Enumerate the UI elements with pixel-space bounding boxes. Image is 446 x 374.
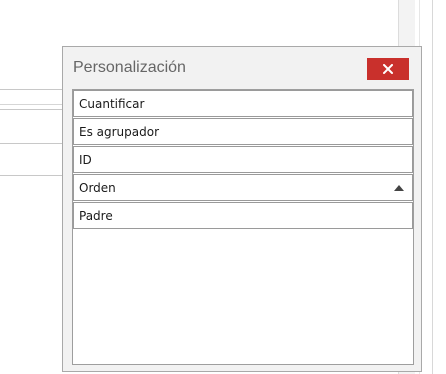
field-label: ID	[79, 152, 92, 167]
field-label: Cuantificar	[79, 96, 145, 111]
close-button[interactable]	[367, 58, 409, 80]
grid-line	[0, 175, 62, 176]
close-icon	[383, 64, 393, 74]
column-chooser-list[interactable]: Cuantificar Es agrupador ID Orden Padre	[72, 89, 414, 365]
field-item-padre[interactable]: Padre	[73, 202, 413, 229]
grid-line	[0, 104, 62, 105]
panel-divider	[432, 0, 433, 374]
grid-line	[0, 89, 62, 90]
sort-ascending-icon	[394, 185, 404, 191]
field-item-orden[interactable]: Orden	[73, 174, 413, 201]
field-label: Padre	[79, 208, 113, 223]
app-canvas: Personalización Cuantificar Es agrupador…	[0, 0, 446, 374]
grid-line	[0, 109, 62, 110]
grid-line	[0, 143, 62, 144]
field-item-cuantificar[interactable]: Cuantificar	[73, 90, 413, 117]
window-title: Personalización	[73, 59, 186, 76]
field-label: Es agrupador	[79, 124, 160, 139]
field-item-es-agrupador[interactable]: Es agrupador	[73, 118, 413, 145]
field-label: Orden	[79, 180, 116, 195]
customization-window: Personalización Cuantificar Es agrupador…	[62, 46, 422, 372]
field-item-id[interactable]: ID	[73, 146, 413, 173]
